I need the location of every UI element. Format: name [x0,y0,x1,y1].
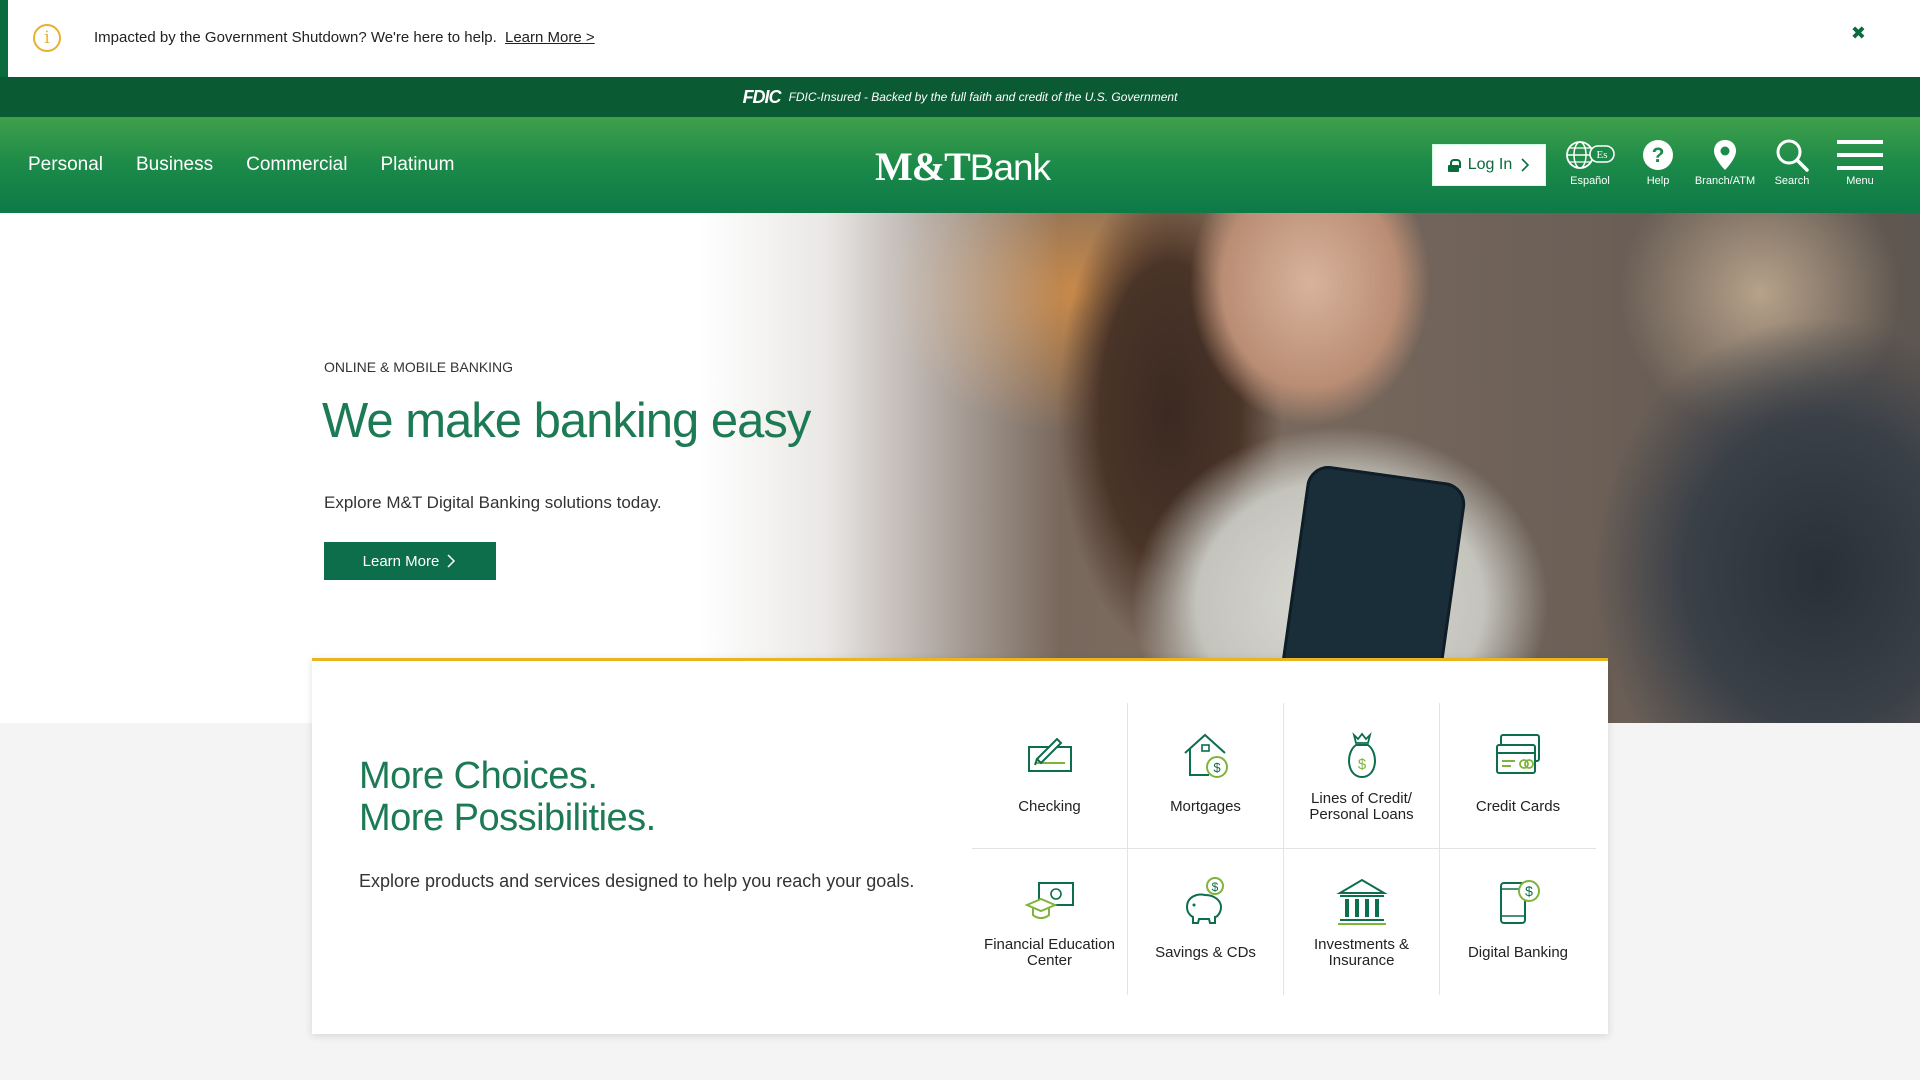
espanol-button[interactable]: Es Español [1555,137,1625,187]
choices-title-line-2: More Possibilities. [359,797,656,839]
choices-title: More Choices. More Possibilities. [359,755,656,839]
house-dollar-icon: $ [1183,733,1228,778]
fdic-logo: FDIC [742,86,782,107]
product-financial-education[interactable]: Financial Education Center [972,849,1128,995]
location-pin-icon [1690,137,1760,173]
nav-commercial[interactable]: Commercial [246,154,347,176]
product-label: Digital Banking [1467,944,1569,961]
main-header: Personal Business Commercial Platinum M&… [0,117,1920,213]
product-label: Investments & Insurance [1313,936,1410,969]
product-checking[interactable]: Checking [972,703,1128,849]
hero-learn-more-button[interactable]: Learn More [324,542,496,580]
menu-button[interactable]: Menu [1825,137,1895,187]
fdic-bar: FDIC FDIC-Insured - Backed by the full f… [0,77,1920,117]
nav-personal[interactable]: Personal [28,154,103,176]
info-icon: i [33,24,61,52]
alert-text: Impacted by the Government Shutdown? We'… [94,29,497,46]
help-button[interactable]: ? Help [1623,137,1693,187]
product-label: Savings & CDs [1155,944,1256,961]
hero-title: We make banking easy [322,394,811,448]
svg-text:?: ? [1652,144,1665,167]
svg-text:$: $ [1213,760,1221,775]
credit-card-icon [1496,733,1540,774]
fdic-text: FDIC-Insured - Backed by the full faith … [788,90,1178,104]
graduation-cap-icon [1023,882,1074,919]
product-digital-banking[interactable]: $ Digital Banking [1440,849,1596,995]
close-icon[interactable]: ✖ [1851,23,1866,44]
product-lines-of-credit[interactable]: $ Lines of Credit/ Personal Loans [1284,703,1440,849]
bank-building-icon [1335,878,1388,925]
piggy-bank-icon: $ [1185,877,1224,924]
hero-section: ONLINE & MOBILE BANKING We make banking … [0,213,1920,723]
product-label: Checking [1018,797,1081,815]
hero-subtitle: Explore M&T Digital Banking solutions to… [324,493,662,512]
espanol-label: Español [1570,175,1610,187]
brand-mt: M&T [875,144,971,189]
hamburger-menu-icon [1825,137,1895,173]
checkbook-icon [1027,737,1072,772]
login-button[interactable]: Log In [1432,144,1546,186]
espanol-badge: Es [1597,149,1608,161]
hero-cta-label: Learn More [362,552,440,570]
product-label: Financial Education Center [984,936,1115,969]
branch-atm-button[interactable]: Branch/ATM [1690,137,1760,187]
help-label: Help [1646,175,1670,187]
product-label: Mortgages [1170,797,1241,815]
shutdown-alert-banner: i Impacted by the Government Shutdown? W… [0,0,1920,77]
svg-text:$: $ [1211,880,1218,894]
svg-text:$: $ [1525,883,1533,899]
product-investments-insurance[interactable]: Investments & Insurance [1284,849,1440,995]
login-label: Log In [1467,156,1513,173]
search-icon [1757,137,1827,173]
hero-fade [700,213,1060,723]
help-icon: ? [1623,137,1693,173]
product-grid: Checking $ Mortgages $ Lines of Credit/ … [972,703,1596,995]
alert-learn-more-link[interactable]: Learn More > [505,29,595,46]
brand-bank: Bank [969,147,1051,188]
choices-description: Explore products and services designed t… [359,871,915,891]
menu-label: Menu [1846,175,1874,187]
money-bag-icon: $ [1347,731,1376,778]
product-mortgages[interactable]: $ Mortgages [1128,703,1284,849]
hero-eyebrow: ONLINE & MOBILE BANKING [324,359,514,375]
chevron-right-icon [1521,158,1530,172]
product-credit-cards[interactable]: Credit Cards [1440,703,1596,849]
more-choices-card: More Choices. More Possibilities. Explor… [312,658,1608,1034]
nav-business[interactable]: Business [136,154,213,176]
search-label: Search [1774,175,1810,187]
mt-bank-logo[interactable]: M&TBank [875,143,1051,190]
branch-atm-label: Branch/ATM [1694,175,1756,187]
primary-nav: Personal Business Commercial Platinum [28,117,454,213]
lock-icon [1447,158,1461,172]
product-savings-cds[interactable]: $ Savings & CDs [1128,849,1284,995]
globe-icon: Es [1555,137,1625,173]
product-label: Lines of Credit/ Personal Loans [1309,789,1414,823]
mobile-dollar-icon: $ [1500,880,1540,924]
choices-title-line-1: More Choices. [359,755,598,797]
nav-platinum[interactable]: Platinum [380,154,454,176]
chevron-right-icon [447,554,456,568]
product-label: Credit Cards [1475,797,1561,815]
alert-message: Impacted by the Government Shutdown? We'… [94,29,595,46]
svg-text:$: $ [1357,756,1366,773]
search-button[interactable]: Search [1757,137,1827,187]
